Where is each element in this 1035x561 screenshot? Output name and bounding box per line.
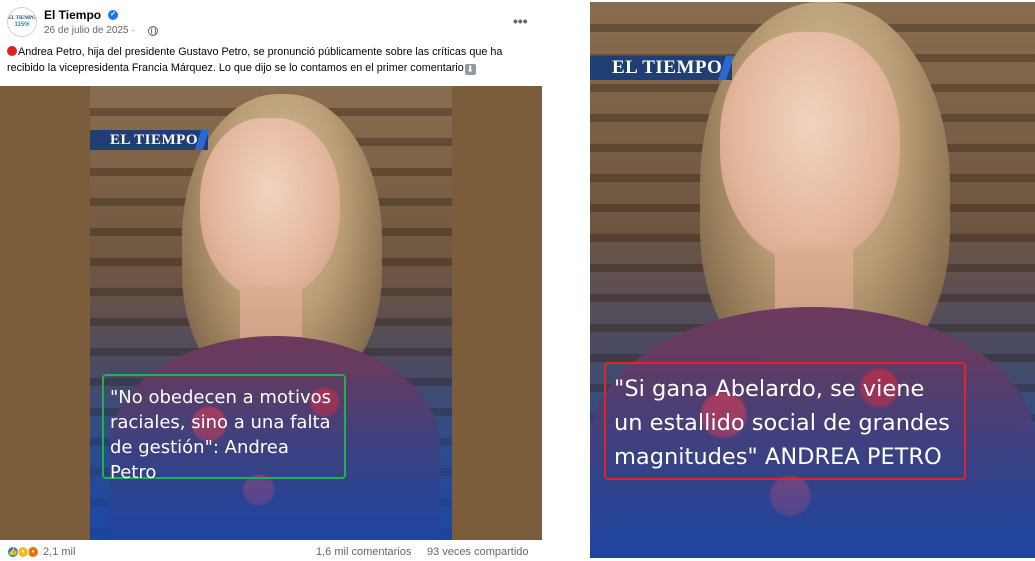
page-name-link[interactable]: El Tiempo [44, 8, 101, 22]
reaction-count[interactable]: 2,1 mil [43, 546, 75, 558]
portrait-face [720, 32, 900, 262]
more-options-icon[interactable]: ••• [513, 13, 528, 29]
shares-count[interactable]: 93 veces compartido [427, 546, 529, 558]
brand-tag-text: EL TIEMPO [612, 57, 723, 78]
globe-icon [148, 26, 158, 36]
post-header: EL TIEMPO 115% El Tiempo ✓ 26 de julio d… [7, 5, 537, 41]
verified-badge-icon: ✓ [108, 10, 118, 20]
brand-tag-text: EL TIEMPO [110, 132, 198, 148]
screenshot-canvas: EL TIEMPO 115% El Tiempo ✓ 26 de julio d… [0, 0, 1035, 561]
quote-text: "No obedecen a motivos raciales, sino a … [110, 387, 331, 483]
quote-text: "Si gana Abelardo, se viene un estallido… [614, 376, 950, 470]
red-circle-emoji-icon [7, 46, 17, 56]
quote-highlight-red: "Si gana Abelardo, se viene un estallido… [604, 362, 966, 480]
avatar-logo-number: 115% [14, 21, 30, 28]
portrait-face [200, 118, 340, 298]
post-caption: Andrea Petro, hija del presidente Gustav… [7, 44, 535, 76]
brand-tag: EL TIEMPO [590, 56, 732, 80]
post-footer: 👍 • • 2,1 mil 1,6 mil comentarios 93 vec… [7, 545, 537, 561]
page-avatar[interactable]: EL TIEMPO 115% [7, 7, 37, 37]
brand-tag: EL TIEMPO [90, 130, 208, 150]
facebook-post: EL TIEMPO 115% El Tiempo ✓ 26 de julio d… [0, 0, 542, 561]
comments-count[interactable]: 1,6 mil comentarios [316, 546, 411, 558]
down-arrow-emoji-icon: ⬇ [464, 64, 476, 75]
caption-text: Andrea Petro, hija del presidente Gustav… [7, 46, 503, 74]
post-media[interactable]: EL TIEMPO "No obedecen a motivos raciale… [0, 86, 542, 540]
quote-highlight-green: "No obedecen a motivos raciales, sino a … [102, 374, 346, 483]
like-icon[interactable]: 👍 [7, 546, 19, 558]
post-timestamp[interactable]: 26 de julio de 2025 · [44, 25, 135, 36]
